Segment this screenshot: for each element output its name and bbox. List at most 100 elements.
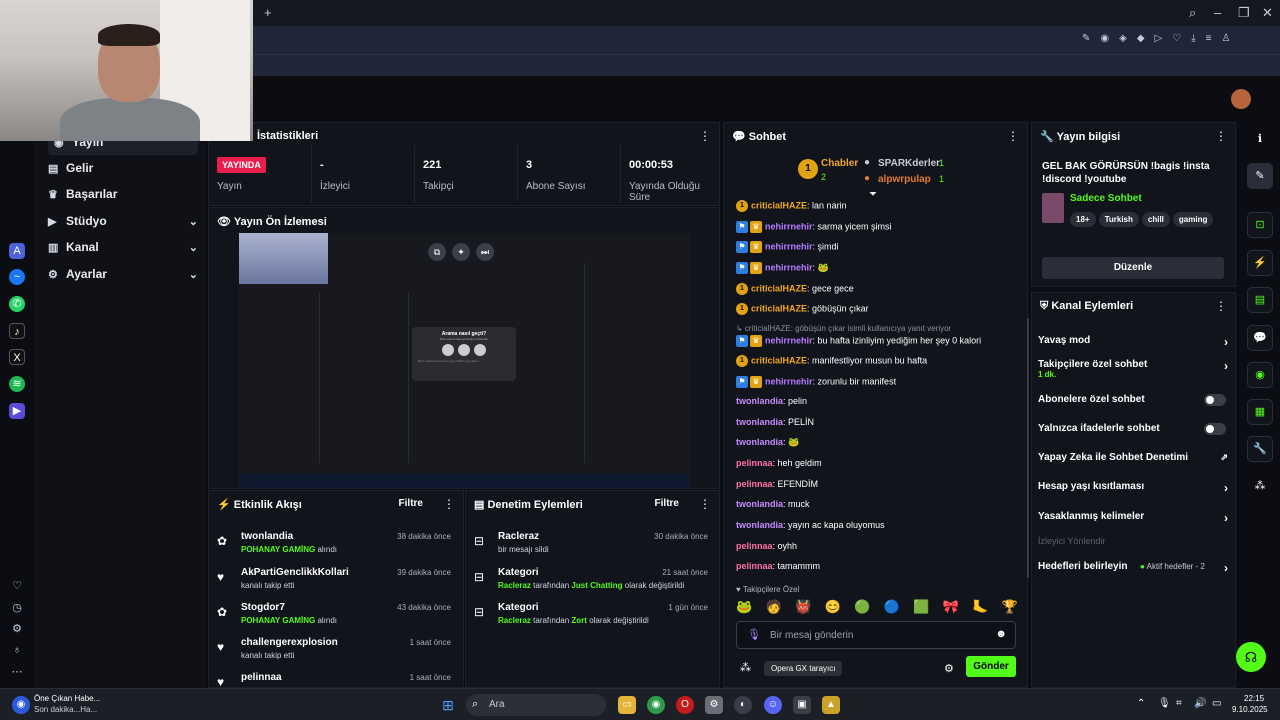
followers-only-toggle[interactable]: Takipçilere özel sohbet › 1 dk. [1038, 359, 1228, 379]
chat-username[interactable]: nehirrnehir [765, 241, 813, 251]
mic-icon[interactable]: 🎙 [747, 628, 761, 641]
chrome-icon[interactable]: ◉ [647, 696, 665, 714]
search-icon[interactable]: ⌕ [1189, 5, 1196, 21]
more-icon[interactable]: ⋮ [1215, 299, 1227, 313]
chat-username[interactable]: criticialHAZE [751, 200, 807, 210]
emote-icon[interactable]: 🟢 [854, 599, 870, 619]
download-icon[interactable]: ⤓ [1191, 33, 1195, 47]
more-icon[interactable]: ⋮ [699, 129, 711, 143]
edit-icon[interactable]: ✎ [1247, 163, 1273, 189]
chat-message[interactable]: ⚑ ♛ nehirrnehir: bu hafta izinliyim yediği… [736, 335, 1026, 351]
target-icon[interactable]: ⊡ [1247, 212, 1273, 238]
settings-icon[interactable]: ⚙ [705, 696, 723, 714]
clipboard-icon[interactable]: ▤ [1247, 287, 1273, 313]
app-icon[interactable]: ▣ [793, 696, 811, 714]
chat-message[interactable]: 1 criticialHAZE: lan narin [736, 200, 1026, 216]
mod-actor[interactable]: Racleraz [498, 531, 539, 542]
top-gifter-name[interactable]: SPARKderler [878, 158, 940, 169]
more-icon[interactable]: ⋮ [1007, 129, 1019, 143]
chat-message[interactable]: ⚑ ♛ nehirrnehir: 🐸 [736, 262, 1026, 278]
chat-message[interactable]: ⚑ ♛ nehirrnehir: zorunlu bir manifest [736, 376, 1026, 392]
chat-username[interactable]: twonlandia [736, 417, 783, 427]
chat-username[interactable]: twonlandia [736, 437, 783, 447]
chat-username[interactable]: nehirrnehir [765, 376, 813, 386]
play-icon[interactable]: ▷ [1155, 33, 1163, 47]
tray-chevron-icon[interactable]: ⌃ [1137, 698, 1145, 709]
sidebar-item-ayarlar[interactable]: ⚙ Ayarlar ⌄ [48, 261, 198, 287]
top-gifter-name[interactable]: Chabler [821, 158, 858, 169]
account-age-button[interactable]: Hesap yaşı kısıtlaması › [1038, 481, 1228, 495]
more-icon[interactable]: ⋯ [9, 664, 25, 680]
tiktok-icon[interactable]: ♪ [9, 323, 25, 339]
file-explorer-icon[interactable]: ▭ [618, 696, 636, 714]
start-icon[interactable]: ⊞ [439, 696, 457, 714]
chat-username[interactable]: criticialHAZE [751, 303, 807, 313]
chat-message[interactable]: ↳ criticialHAZE: göbüşün çıkar isimli ku… [736, 324, 1026, 334]
opera-gx-icon[interactable]: O [676, 696, 694, 714]
bulb-icon[interactable]: ♁ [9, 642, 25, 658]
clock-time[interactable]: 22:15 [1244, 694, 1264, 703]
info-icon[interactable]: ℹ [1247, 127, 1273, 153]
chat-message[interactable]: 1 criticialHAZE: gece gece [736, 283, 1026, 299]
tag[interactable]: Turkish [1098, 212, 1139, 227]
tag[interactable]: gaming [1172, 212, 1214, 227]
chat-username[interactable]: pelinnaa [736, 479, 773, 489]
chat-username[interactable]: criticialHAZE [751, 355, 807, 365]
chat-message[interactable]: pelinnaa: tamammm [736, 561, 1026, 577]
x-icon[interactable]: X [9, 349, 25, 365]
chat-username[interactable]: pelinnaa [736, 458, 773, 468]
clock-date[interactable]: 9.10.2025 [1232, 705, 1268, 714]
wrench-icon[interactable]: 🔧 [1247, 436, 1273, 462]
chat-message[interactable]: pelinnaa: EFENDİM [736, 479, 1026, 495]
chat-username[interactable]: twonlandia [736, 499, 783, 509]
chat-icon[interactable]: 💬 [1247, 325, 1273, 351]
top-gifter-name[interactable]: alpwrpulap [878, 174, 931, 185]
emote-icon[interactable]: 🧑 [766, 599, 782, 619]
new-tab-button[interactable]: + [264, 5, 272, 20]
sparkle-icon[interactable]: ✦ [452, 243, 470, 261]
broadcast-icon[interactable]: ◉ [1247, 362, 1273, 388]
news-title[interactable]: Öne Çıkan Habe... [34, 694, 100, 703]
sidebar-item-basarilar[interactable]: ♛ Başarılar [48, 181, 198, 207]
whatsapp-icon[interactable]: ✆ [9, 296, 25, 312]
chat-message[interactable]: pelinnaa: heh geldim [736, 458, 1026, 474]
goals-button[interactable]: Hedefleri belirleyin ● Aktif hedefler - 2… [1038, 561, 1228, 575]
camera-icon[interactable]: ◉ [1100, 33, 1109, 47]
shield-icon[interactable]: ◈ [1119, 33, 1127, 47]
more-icon[interactable]: ⋮ [1215, 129, 1227, 143]
app-icon[interactable]: ▲ [822, 696, 840, 714]
chat-username[interactable]: criticialHAZE [751, 283, 807, 293]
aria-icon[interactable]: A [9, 243, 25, 259]
chat-message[interactable]: twonlandia: yayın ac kapa oluyomus [736, 520, 1026, 536]
gear-icon[interactable]: ⚙ [944, 662, 954, 675]
chat-message[interactable]: ⚑ ♛ nehirrnehir: şimdi [736, 241, 1026, 257]
chat-message[interactable]: twonlandia: 🐸 [736, 437, 1026, 453]
extension-icon[interactable]: ◆ [1137, 33, 1145, 47]
spotify-icon[interactable]: ≋ [9, 376, 25, 392]
category-link[interactable]: Sadece Sohbet [1070, 193, 1142, 204]
chat-input[interactable]: 🎙 Bir mesaj gönderin ☻ [736, 621, 1016, 649]
slow-mode-toggle[interactable]: Yavaş mod › [1038, 335, 1228, 349]
chat-username[interactable]: nehirrnehir [765, 335, 813, 345]
feed-username[interactable]: challengerexplosion [241, 637, 338, 648]
emote-icon[interactable]: 👹 [795, 599, 811, 619]
messenger-icon[interactable]: ~ [9, 269, 25, 285]
player-icon[interactable]: ▶ [9, 403, 25, 419]
category-thumbnail[interactable] [1042, 193, 1064, 223]
edit-icon[interactable]: ✎ [1082, 33, 1090, 47]
bolt-icon[interactable]: ⚡ [1247, 250, 1273, 276]
feed-username[interactable]: Stogdor7 [241, 602, 285, 613]
feed-username[interactable]: pelinnaa [241, 672, 282, 683]
sidebar-item-kanal[interactable]: ▥ Kanal ⌄ [48, 234, 198, 260]
discord-icon[interactable]: ☺ [764, 696, 782, 714]
emote-icon[interactable]: 🐸 [736, 599, 752, 619]
support-button[interactable]: ☊ [1236, 642, 1266, 672]
emote-icon[interactable]: 🔵 [884, 599, 900, 619]
search-box[interactable]: ⌕ Ara [466, 694, 606, 716]
heart-icon[interactable]: ♡ [9, 578, 25, 594]
emote-icon[interactable]: 🎀 [943, 599, 959, 619]
subscribers-only-toggle[interactable]: Abonelere özel sohbet [1038, 394, 1228, 406]
close-button[interactable]: ✕ [1262, 5, 1273, 21]
chat-username[interactable]: nehirrnehir [765, 221, 813, 231]
scrollbar[interactable] [1027, 318, 1029, 578]
